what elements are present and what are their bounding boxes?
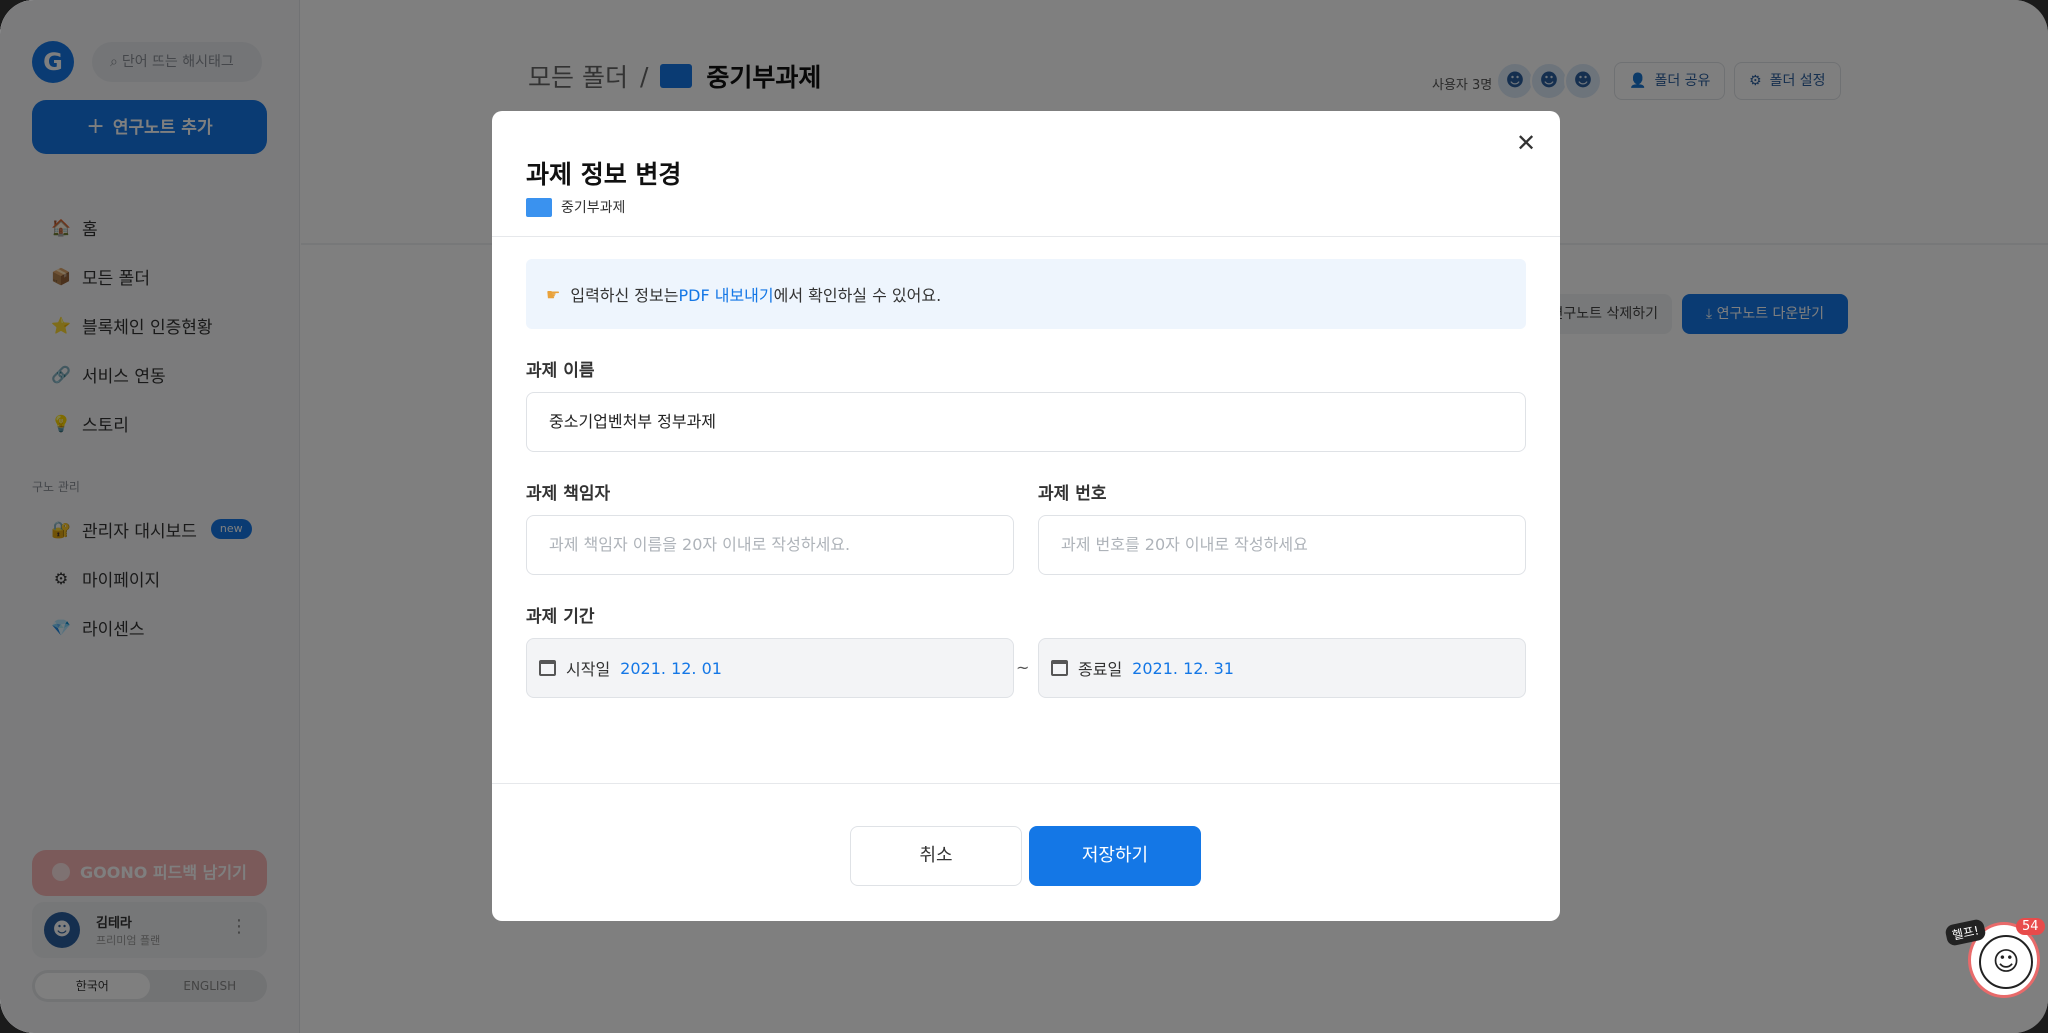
date-range-separator: ~ xyxy=(1016,658,1030,677)
pointing-hand-icon: ☛ xyxy=(546,284,561,304)
info-prefix: 입력하신 정보는 xyxy=(570,286,679,305)
notification-badge: 54 xyxy=(2016,918,2045,935)
edit-project-modal: ✕ 과제 정보 변경 중기부과제 ☛ 입력하신 정보는 PDF 내보내기 에서 … xyxy=(492,111,1560,921)
cancel-button[interactable]: 취소 xyxy=(850,826,1022,886)
end-date-value: 2021. 12. 31 xyxy=(1132,658,1234,678)
folder-icon xyxy=(526,197,552,217)
info-suffix: 에서 확인하실 수 있어요. xyxy=(773,286,942,305)
project-manager-input[interactable]: 과제 책임자 이름을 20자 이내로 작성하세요. xyxy=(526,515,1014,575)
project-manager-label: 과제 책임자 xyxy=(526,484,611,504)
save-button[interactable]: 저장하기 xyxy=(1029,826,1201,886)
start-date-picker[interactable]: 시작일 2021. 12. 01 xyxy=(526,638,1014,698)
calendar-icon xyxy=(539,660,556,676)
project-name-input[interactable]: 중소기업벤처부 정부과제 xyxy=(526,392,1526,452)
info-banner: ☛ 입력하신 정보는 PDF 내보내기 에서 확인하실 수 있어요. xyxy=(526,259,1526,329)
pdf-export-link[interactable]: PDF 내보내기 xyxy=(678,282,773,306)
project-name-label: 과제 이름 xyxy=(526,361,595,381)
start-date-label: 시작일 xyxy=(566,660,611,679)
project-number-label: 과제 번호 xyxy=(1038,484,1107,504)
mascot-icon: ☺ xyxy=(1979,935,2033,989)
divider xyxy=(492,236,1560,237)
project-number-input[interactable]: 과제 번호를 20자 이내로 작성하세요 xyxy=(1038,515,1526,575)
project-period-label: 과제 기간 xyxy=(526,607,595,627)
start-date-value: 2021. 12. 01 xyxy=(620,658,722,678)
end-date-picker[interactable]: 종료일 2021. 12. 31 xyxy=(1038,638,1526,698)
modal-folder: 중기부과제 xyxy=(526,197,625,217)
modal-folder-name: 중기부과제 xyxy=(561,200,626,216)
end-date-label: 종료일 xyxy=(1078,660,1123,679)
divider xyxy=(492,783,1560,784)
modal-title: 과제 정보 변경 xyxy=(526,160,682,189)
app-window: G ⌕단어 뜨는 해시태그 +연구노트 추가 🏠 홈 📦 모든 폴더 ⭐ 블록체… xyxy=(0,0,2048,1033)
close-icon[interactable]: ✕ xyxy=(1512,129,1540,157)
calendar-icon xyxy=(1051,660,1068,676)
